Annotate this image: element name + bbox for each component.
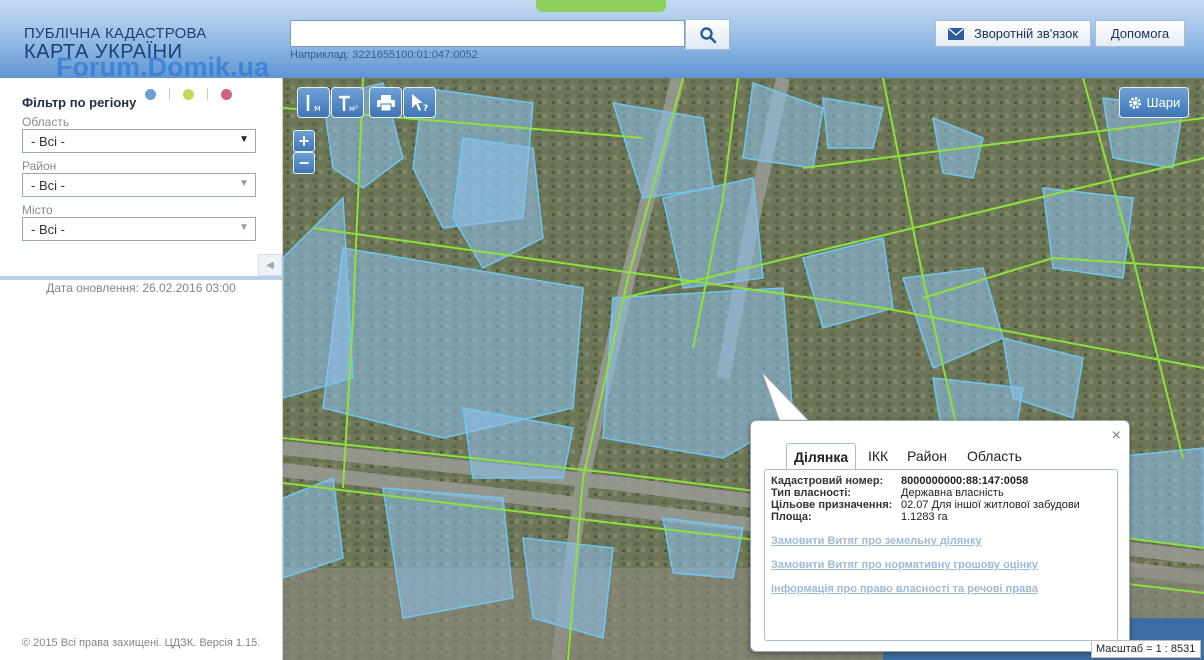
- map-scale: Масштаб = 1 : 8531: [1091, 640, 1201, 658]
- district-select[interactable]: - Всі - ▼: [22, 173, 256, 197]
- sidebar-divider: [0, 276, 282, 280]
- city-select[interactable]: - Всі - ▼: [22, 217, 256, 241]
- parcel-info-body: Кадастровий номер: 8000000000:88:147:005…: [764, 469, 1118, 641]
- envelope-icon: [947, 27, 964, 40]
- top-collapse-tab[interactable]: [536, 0, 666, 12]
- region-select[interactable]: - Всі - ▼: [22, 129, 256, 153]
- ownership-rights-link[interactable]: Інформація про право власності та речові…: [771, 583, 1038, 595]
- measure-area-icon: м²: [338, 95, 358, 113]
- order-parcel-extract-link[interactable]: Замовити Витяг про земельну ділянку: [771, 535, 982, 547]
- info-label: Кадастровий номер:: [771, 475, 884, 487]
- svg-text:?: ?: [423, 104, 428, 113]
- ownership-type-value: Державна власність: [901, 487, 1004, 499]
- close-icon[interactable]: ×: [1112, 427, 1121, 445]
- info-label: Площа:: [771, 511, 812, 523]
- region-filter-panel: Фільтр по регіону Область - Всі - ▼ Райо…: [0, 78, 282, 278]
- copyright: © 2015 Всі права захищені. ЦДЗК. Версія …: [22, 637, 261, 649]
- info-cursor-icon: ?: [411, 93, 428, 113]
- filter-title: Фільтр по регіону: [22, 95, 137, 110]
- help-button[interactable]: Допомога: [1095, 20, 1185, 47]
- tab-region[interactable]: Область: [960, 443, 1029, 469]
- measure-length-icon: м: [306, 94, 321, 114]
- region-select-value: - Всі -: [31, 134, 65, 149]
- print-button[interactable]: [369, 87, 402, 118]
- svg-text:м: м: [314, 104, 321, 114]
- layers-label: Шари: [1146, 95, 1181, 110]
- district-select-value: - Всі -: [31, 178, 65, 193]
- tab-district[interactable]: Район: [900, 443, 954, 469]
- cadastral-search-input[interactable]: [290, 20, 685, 47]
- feedback-label: Зворотній зв'язок: [973, 26, 1079, 41]
- measure-length-button[interactable]: м: [297, 87, 330, 118]
- tab-parcel[interactable]: Ділянка: [786, 443, 857, 469]
- sidebar: Фільтр по регіону Область - Всі - ▼ Райо…: [0, 78, 283, 660]
- search-hint: Наприклад: 3221655100:01:047:0052: [290, 49, 478, 61]
- popup-pointer: [762, 372, 811, 422]
- layers-button[interactable]: Шари: [1119, 87, 1189, 118]
- city-select-value: - Всі -: [31, 222, 65, 237]
- watermark-text: Forum.Domik.ua: [56, 52, 270, 82]
- dot-blue: [145, 88, 156, 100]
- district-label: Район: [22, 159, 57, 173]
- parcel-info-popup: × Ділянка ІКК Район Область Кадастровий …: [750, 420, 1130, 652]
- zoom-in-button[interactable]: +: [293, 130, 315, 152]
- svg-text:м²: м²: [349, 104, 358, 113]
- color-dots: [145, 88, 232, 100]
- dot-separator: [169, 88, 170, 100]
- feedback-button[interactable]: Зворотній зв'язок: [935, 20, 1091, 47]
- dropdown-arrow-icon: ▼: [239, 222, 249, 233]
- logo-title-line1: ПУБЛІЧНА КАДАСТРОВА: [24, 25, 207, 42]
- zoom-out-button[interactable]: −: [293, 152, 315, 174]
- collapse-sidebar-button[interactable]: ◀: [258, 254, 282, 276]
- dot-red: [221, 88, 232, 100]
- cadastral-number-value: 8000000000:88:147:0058: [901, 475, 1029, 487]
- order-valuation-extract-link[interactable]: Замовити Витяг про нормативну грошову оц…: [771, 559, 1038, 571]
- tab-ikk[interactable]: ІКК: [861, 443, 895, 469]
- magnifier-icon: [699, 26, 716, 43]
- region-label: Область: [22, 115, 70, 129]
- dropdown-arrow-icon: ▼: [239, 178, 249, 189]
- dot-yellow: [183, 88, 194, 100]
- info-tool-button[interactable]: ?: [403, 87, 436, 118]
- update-date: Дата оновлення: 26.02.2016 03:00: [46, 281, 236, 295]
- area-value: 1.1283 га: [901, 511, 948, 523]
- help-label: Допомога: [1110, 26, 1170, 41]
- print-icon: [376, 94, 395, 111]
- measure-area-button[interactable]: м²: [331, 87, 364, 118]
- info-label: Тип власності:: [771, 487, 852, 499]
- city-label: Місто: [22, 203, 53, 217]
- dot-separator: [207, 88, 208, 100]
- gear-icon: [1128, 96, 1141, 109]
- info-label: Цільове призначення:: [771, 499, 893, 511]
- purpose-value: 02.07 Для іншої житлової забудови: [901, 499, 1080, 511]
- dropdown-arrow-icon: ▼: [239, 134, 249, 145]
- search-button[interactable]: [685, 19, 730, 50]
